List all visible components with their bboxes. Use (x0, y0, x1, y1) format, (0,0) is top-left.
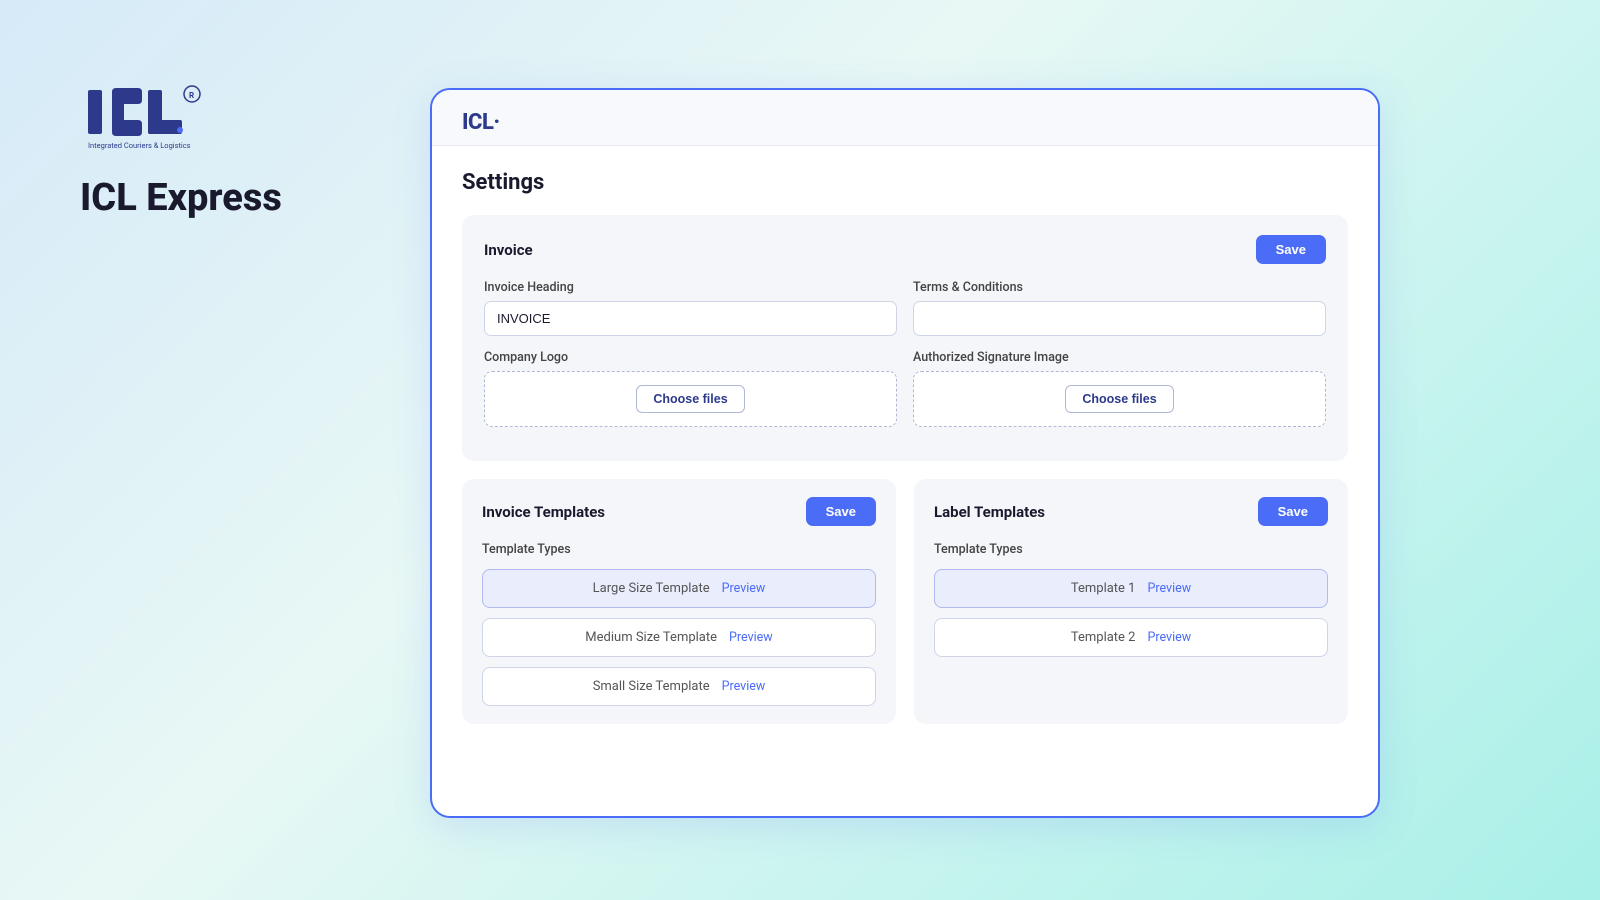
app-name: ICL Express (80, 176, 282, 220)
label-template-1-label: Template 1 (1071, 581, 1136, 596)
label-template-2-label: Template 2 (1071, 630, 1136, 645)
terms-label: Terms & Conditions (913, 280, 1326, 295)
label-template-1-preview[interactable]: Preview (1147, 581, 1191, 596)
authorized-sig-label: Authorized Signature Image (913, 350, 1326, 365)
company-logo-label: Company Logo (484, 350, 897, 365)
logo-container: R Integrated Couriers & Logistics (80, 80, 282, 150)
invoice-heading-label: Invoice Heading (484, 280, 897, 295)
invoice-template-medium-label: Medium Size Template (585, 630, 717, 645)
invoice-template-large-label: Large Size Template (593, 581, 710, 596)
invoice-templates-card: Invoice Templates Save Template Types La… (462, 479, 896, 724)
card-header: ICL· (432, 90, 1378, 146)
label-templates-save-button[interactable]: Save (1258, 497, 1328, 526)
label-templates-header: Label Templates Save (934, 497, 1328, 526)
label-templates-title: Label Templates (934, 503, 1045, 521)
invoice-section-title: Invoice (484, 241, 533, 259)
authorized-sig-group: Authorized Signature Image Choose files (913, 350, 1326, 427)
invoice-template-small-label: Small Size Template (593, 679, 710, 694)
left-panel: R Integrated Couriers & Logistics ICL Ex… (80, 80, 282, 220)
terms-input[interactable] (913, 301, 1326, 336)
invoice-heading-input[interactable] (484, 301, 897, 336)
authorized-sig-upload-zone[interactable]: Choose files (913, 371, 1326, 427)
settings-title: Settings (462, 170, 1348, 195)
invoice-templates-header: Invoice Templates Save (482, 497, 876, 526)
invoice-heading-group: Invoice Heading (484, 280, 897, 336)
card-logo-text: ICL· (462, 110, 500, 135)
label-template-types-label: Template Types (934, 542, 1328, 557)
label-template-1[interactable]: Template 1 Preview (934, 569, 1328, 608)
card-logo: ICL· (462, 110, 1348, 135)
company-logo-group: Company Logo Choose files (484, 350, 897, 427)
invoice-template-large[interactable]: Large Size Template Preview (482, 569, 876, 608)
terms-group: Terms & Conditions (913, 280, 1326, 336)
card-body: Settings Invoice Save Invoice Heading Te… (432, 146, 1378, 748)
label-templates-card: Label Templates Save Template Types Temp… (914, 479, 1348, 724)
svg-text:Integrated Couriers & Logistic: Integrated Couriers & Logistics (88, 141, 191, 150)
invoice-form-row-2: Company Logo Choose files Authorized Sig… (484, 350, 1326, 427)
invoice-section: Invoice Save Invoice Heading Terms & Con… (462, 215, 1348, 461)
invoice-templates-save-button[interactable]: Save (806, 497, 876, 526)
authorized-sig-choose-button[interactable]: Choose files (1065, 385, 1173, 413)
svg-text:R: R (189, 91, 194, 100)
invoice-form-row-1: Invoice Heading Terms & Conditions (484, 280, 1326, 336)
label-template-2-preview[interactable]: Preview (1147, 630, 1191, 645)
company-logo-choose-button[interactable]: Choose files (636, 385, 744, 413)
invoice-section-header: Invoice Save (484, 235, 1326, 264)
invoice-template-small[interactable]: Small Size Template Preview (482, 667, 876, 706)
main-card: ICL· Settings Invoice Save Invoice Headi… (430, 88, 1380, 818)
invoice-template-large-preview[interactable]: Preview (722, 581, 766, 596)
templates-row: Invoice Templates Save Template Types La… (462, 479, 1348, 724)
company-logo-upload-zone[interactable]: Choose files (484, 371, 897, 427)
invoice-templates-title: Invoice Templates (482, 503, 605, 521)
invoice-template-small-preview[interactable]: Preview (722, 679, 766, 694)
invoice-template-types-label: Template Types (482, 542, 876, 557)
label-template-2[interactable]: Template 2 Preview (934, 618, 1328, 657)
invoice-template-medium-preview[interactable]: Preview (729, 630, 773, 645)
invoice-template-medium[interactable]: Medium Size Template Preview (482, 618, 876, 657)
invoice-save-button[interactable]: Save (1256, 235, 1326, 264)
icl-logo-svg: R Integrated Couriers & Logistics (80, 80, 210, 150)
